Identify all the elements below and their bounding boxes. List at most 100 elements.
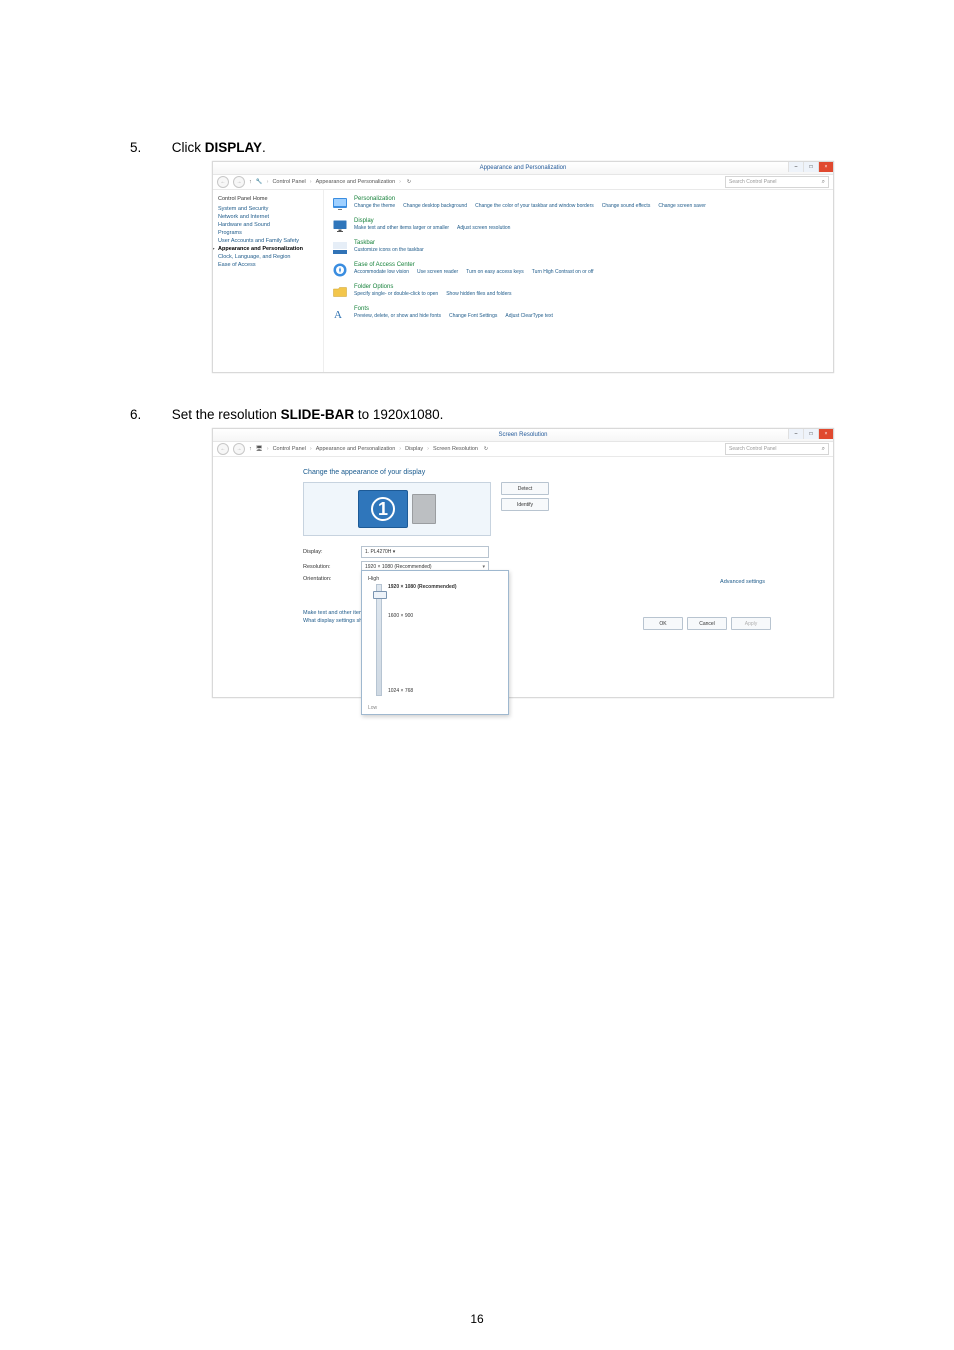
category-link[interactable]: Use screen reader [417, 269, 458, 275]
search-icon: ⌕ [822, 179, 825, 186]
category-heading[interactable]: Personalization [354, 196, 825, 202]
close-button[interactable]: × [818, 429, 833, 439]
svg-text:A: A [334, 309, 342, 321]
up-icon[interactable]: ↑ [249, 179, 252, 185]
category-link[interactable]: Change the color of your taskbar and win… [475, 203, 594, 209]
maximize-button[interactable]: □ [803, 429, 818, 439]
ok-button[interactable]: OK [643, 617, 683, 630]
fonts-icon: A [332, 306, 348, 322]
category-link[interactable]: Turn High Contrast on or off [532, 269, 594, 275]
sidebar-header[interactable]: Control Panel Home [218, 196, 318, 202]
category-link[interactable]: Show hidden files and folders [446, 291, 511, 297]
address-bar: ← → ↑ 🔧 › Control Panel › Appearance and… [213, 175, 833, 190]
forward-button[interactable]: → [233, 443, 245, 455]
detect-button[interactable]: Detect [501, 482, 549, 495]
forward-button[interactable]: → [233, 176, 245, 188]
maximize-button[interactable]: □ [803, 162, 818, 172]
category-heading[interactable]: Ease of Access Center [354, 262, 825, 268]
orientation-label: Orientation: [303, 576, 347, 582]
sidebar-item[interactable]: Programs [218, 230, 318, 236]
window-titlebar: Screen Resolution – □ × [213, 429, 833, 442]
category-link[interactable]: Adjust ClearType text [505, 313, 553, 319]
sidebar-item[interactable]: Hardware and Sound [218, 222, 318, 228]
sidebar-item[interactable]: Ease of Access [218, 262, 318, 268]
category-heading[interactable]: Fonts [354, 306, 825, 312]
category-link[interactable]: Accommodate low vision [354, 269, 409, 275]
page-number: 16 [0, 1312, 954, 1326]
back-button[interactable]: ← [217, 176, 229, 188]
resolution-option[interactable]: 1920 × 1080 (Recommended) [388, 584, 457, 590]
back-button[interactable]: ← [217, 443, 229, 455]
monitor-2[interactable] [412, 494, 436, 524]
category-heading[interactable]: Taskbar [354, 240, 825, 246]
cancel-button[interactable]: Cancel [687, 617, 727, 630]
resolution-option[interactable]: 1600 × 900 [388, 613, 457, 619]
sidebar-item[interactable]: User Accounts and Family Safety [218, 238, 318, 244]
advanced-settings-link[interactable]: Advanced settings [720, 579, 765, 585]
minimize-button[interactable]: – [788, 429, 803, 439]
refresh-icon[interactable]: ↻ [405, 178, 413, 186]
category-row: Folder OptionsSpecify single- or double-… [332, 284, 825, 300]
breadcrumb-icon: 🖥 [256, 446, 263, 452]
category-link[interactable]: Change desktop background [403, 203, 467, 209]
window-title: Screen Resolution [498, 429, 547, 441]
breadcrumb[interactable]: Appearance and Personalization [316, 446, 396, 452]
search-placeholder: Search Control Panel [729, 446, 777, 452]
search-input[interactable]: Search Control Panel ⌕ [725, 443, 829, 455]
resolution-option[interactable]: 1024 × 768 [388, 688, 457, 694]
breadcrumb-icon: 🔧 [256, 179, 263, 185]
category-link[interactable]: Change screen saver [658, 203, 706, 209]
category-heading[interactable]: Display [354, 218, 825, 224]
address-bar: ← → ↑ 🖥 › Control Panel › Appearance and… [213, 442, 833, 457]
sidebar-item[interactable]: Clock, Language, and Region [218, 254, 318, 260]
category-link[interactable]: Change the theme [354, 203, 395, 209]
category-row: TaskbarCustomize icons on the taskbar [332, 240, 825, 256]
step-text-pre: Set the resolution [172, 407, 281, 422]
identify-button[interactable]: Identify [501, 498, 549, 511]
category-row: A FontsPreview, delete, or show and hide … [332, 306, 825, 322]
refresh-icon[interactable]: ↻ [482, 445, 490, 453]
display-select[interactable]: 1. PL4270H ▾ [361, 546, 489, 558]
category-link[interactable]: Adjust screen resolution [457, 225, 510, 231]
step-number: 5. [130, 140, 168, 155]
slider-thumb[interactable] [373, 591, 387, 599]
window-titlebar: Appearance and Personalization – □ × [213, 162, 833, 175]
category-heading[interactable]: Folder Options [354, 284, 825, 290]
breadcrumb[interactable]: Appearance and Personalization [316, 179, 396, 185]
resolution-slider[interactable] [376, 584, 382, 696]
step-6: 6. Set the resolution SLIDE-BAR to 1920x… [130, 407, 824, 422]
display-label: Display: [303, 549, 347, 555]
category-link[interactable]: Turn on easy access keys [466, 269, 524, 275]
step-5: 5. Click DISPLAY. [130, 140, 824, 155]
step-text-bold: SLIDE-BAR [281, 407, 355, 422]
resolution-label: Resolution: [303, 564, 347, 570]
resolution-dropdown[interactable]: High 1920 × 1080 (Recommended) 1600 × 900… [361, 570, 509, 715]
minimize-button[interactable]: – [788, 162, 803, 172]
search-placeholder: Search Control Panel [729, 179, 777, 185]
search-input[interactable]: Search Control Panel ⌕ [725, 176, 829, 188]
category-link[interactable]: Customize icons on the taskbar [354, 247, 424, 253]
slider-low-label: Low [368, 705, 377, 711]
breadcrumb[interactable]: Control Panel [273, 446, 306, 452]
monitor-1[interactable]: 1 [358, 490, 408, 528]
category-link[interactable]: Preview, delete, or show and hide fonts [354, 313, 441, 319]
breadcrumb[interactable]: Control Panel [272, 179, 305, 185]
display-preview[interactable]: 1 [303, 482, 491, 536]
sidebar-item[interactable]: Appearance and Personalization [218, 246, 318, 252]
step-number: 6. [130, 407, 168, 422]
breadcrumb[interactable]: Display [405, 446, 423, 452]
taskbar-icon [332, 240, 348, 256]
slider-high-label: High [368, 576, 502, 582]
breadcrumb[interactable]: Screen Resolution [433, 446, 478, 452]
category-link[interactable]: Change Font Settings [449, 313, 497, 319]
close-button[interactable]: × [818, 162, 833, 172]
category-link[interactable]: Specify single- or double-click to open [354, 291, 438, 297]
up-icon[interactable]: ↑ [249, 446, 252, 452]
step-text-bold: DISPLAY [205, 140, 262, 155]
category-link[interactable]: Change sound effects [602, 203, 651, 209]
sidebar-item[interactable]: System and Security [218, 206, 318, 212]
category-list: PersonalizationChange the theme Change de… [324, 190, 833, 372]
apply-button[interactable]: Apply [731, 617, 771, 630]
sidebar-item[interactable]: Network and Internet [218, 214, 318, 220]
category-link[interactable]: Make text and other items larger or smal… [354, 225, 449, 231]
